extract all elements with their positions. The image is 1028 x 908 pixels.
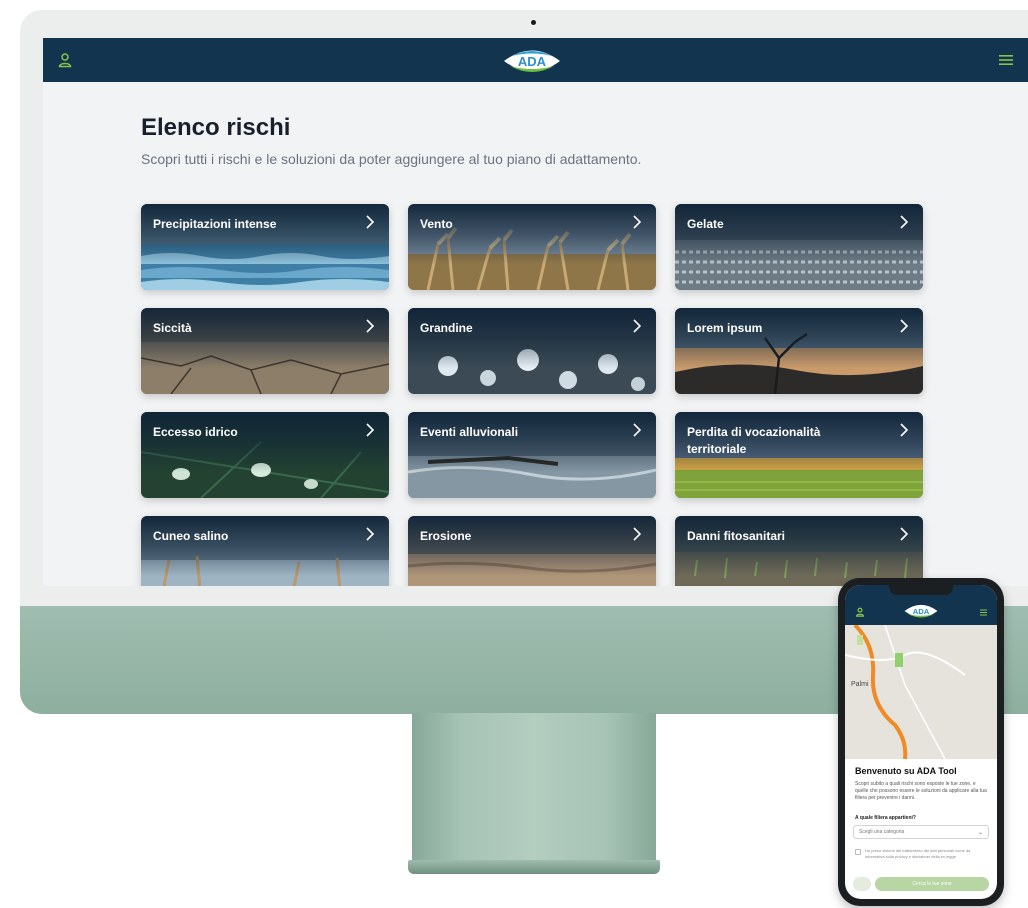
risk-card-label: Perdita di vocazionalità territoriale bbox=[687, 425, 821, 456]
category-select[interactable]: Scegli una categoria ⌄ bbox=[853, 825, 989, 839]
chevron-right-icon bbox=[633, 527, 642, 541]
page-title: Elenco rischi bbox=[141, 114, 291, 141]
risk-card-siccita[interactable]: Siccità bbox=[141, 308, 389, 394]
map-city-label: Palmi bbox=[851, 681, 869, 688]
category-question: A quale filiera appartieni? bbox=[855, 815, 916, 821]
phone-frame: ADA Palmi Benvenuto su ADA Tool Scopri s… bbox=[838, 578, 1004, 906]
chevron-right-icon bbox=[900, 319, 909, 333]
imac-stand bbox=[412, 713, 656, 863]
bookmark-button[interactable] bbox=[853, 877, 871, 891]
hamburger-menu-icon[interactable] bbox=[979, 609, 988, 616]
phone-notch bbox=[889, 585, 953, 595]
risk-card-cuneo-salino[interactable]: Cuneo salino bbox=[141, 516, 389, 586]
camera-icon bbox=[531, 20, 536, 25]
privacy-consent-text: Ho preso visione del trattamento dei dat… bbox=[865, 848, 971, 859]
chevron-right-icon bbox=[900, 215, 909, 229]
user-icon[interactable] bbox=[57, 52, 73, 68]
page-subtitle: Scopri tutti i rischi e le soluzioni da … bbox=[141, 151, 642, 167]
chevron-right-icon bbox=[633, 215, 642, 229]
category-select-value: Scegli una categoria bbox=[859, 829, 905, 835]
search-zones-button-label: Cerca le tue zone bbox=[912, 881, 952, 887]
imac-stand-foot bbox=[408, 860, 660, 874]
risk-card-label: Vento bbox=[420, 217, 453, 231]
risk-card-perdita-vocazionalita[interactable]: Perdita di vocazionalità territoriale bbox=[675, 412, 923, 498]
risk-card-vento[interactable]: Vento bbox=[408, 204, 656, 290]
ada-logo[interactable]: ADA bbox=[500, 44, 564, 78]
risk-card-grandine[interactable]: Grandine bbox=[408, 308, 656, 394]
risk-card-label: Cuneo salino bbox=[153, 529, 229, 543]
chevron-right-icon bbox=[900, 423, 909, 437]
risk-card-gelate[interactable]: Gelate bbox=[675, 204, 923, 290]
card-overlay bbox=[408, 516, 656, 586]
ada-logo[interactable]: ADA bbox=[902, 601, 940, 621]
risk-card-label: Gelate bbox=[687, 217, 724, 231]
card-overlay bbox=[141, 516, 389, 586]
risk-card-label: Grandine bbox=[420, 321, 473, 335]
risk-card-label: Erosione bbox=[420, 529, 472, 543]
risk-card-eccesso-idrico[interactable]: Eccesso idrico bbox=[141, 412, 389, 498]
chevron-right-icon bbox=[366, 215, 375, 229]
risk-card-precipitazioni[interactable]: Precipitazioni intense bbox=[141, 204, 389, 290]
chevron-right-icon bbox=[366, 319, 375, 333]
search-zones-button[interactable]: Cerca le tue zone bbox=[875, 877, 989, 891]
privacy-checkbox[interactable] bbox=[855, 849, 861, 855]
risk-card-erosione[interactable]: Erosione bbox=[408, 516, 656, 586]
logo-text: ADA bbox=[518, 54, 547, 69]
risk-card-lorem-ipsum[interactable]: Lorem ipsum bbox=[675, 308, 923, 394]
chevron-right-icon bbox=[366, 527, 375, 541]
user-icon[interactable] bbox=[855, 607, 865, 617]
risk-card-label: Precipitazioni intense bbox=[153, 217, 277, 231]
logo-text: ADA bbox=[913, 607, 930, 616]
chevron-down-icon: ⌄ bbox=[977, 829, 983, 836]
welcome-description: Scopri subito a quali rischi sono espost… bbox=[855, 781, 987, 801]
chevron-right-icon bbox=[633, 423, 642, 437]
risk-card-label: Eccesso idrico bbox=[153, 425, 238, 439]
map-view[interactable]: Palmi bbox=[845, 623, 997, 760]
hamburger-menu-icon[interactable] bbox=[998, 53, 1014, 67]
chevron-right-icon bbox=[900, 527, 909, 541]
card-overlay bbox=[675, 516, 923, 586]
stage: ADA Elenco rischi Scopri tutti i rischi … bbox=[0, 0, 1028, 908]
top-navigation-bar: ADA bbox=[43, 38, 1028, 82]
risk-card-label: Siccità bbox=[153, 321, 192, 335]
welcome-title: Benvenuto su ADA Tool bbox=[855, 766, 957, 776]
chevron-right-icon bbox=[633, 319, 642, 333]
risk-card-label: Danni fitosanitari bbox=[687, 529, 786, 543]
chevron-right-icon bbox=[366, 423, 375, 437]
phone-screen: ADA Palmi Benvenuto su ADA Tool Scopri s… bbox=[845, 585, 997, 899]
map-roads bbox=[845, 623, 966, 760]
risk-card-eventi-alluvionali[interactable]: Eventi alluvionali bbox=[408, 412, 656, 498]
risk-card-danni-fitosanitari[interactable]: Danni fitosanitari bbox=[675, 516, 923, 586]
desktop-screen: ADA Elenco rischi Scopri tutti i rischi … bbox=[43, 38, 1028, 586]
risk-card-label: Lorem ipsum bbox=[687, 321, 763, 335]
risk-card-label: Eventi alluvionali bbox=[420, 425, 519, 439]
